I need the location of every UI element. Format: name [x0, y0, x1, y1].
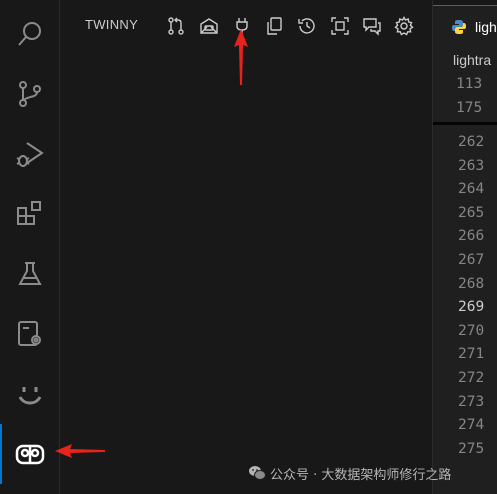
chat-robot-icon: [200, 18, 218, 34]
line-number[interactable]: 263: [433, 158, 497, 181]
activity-run-debug[interactable]: [0, 124, 60, 184]
editor-tab-label: ligh: [475, 18, 497, 35]
line-number-text: 271: [458, 346, 485, 363]
fullscreen-icon: [331, 17, 349, 35]
source-control-icon: [19, 81, 41, 107]
line-number[interactable]: 274: [433, 417, 497, 440]
search-icon: [18, 22, 41, 46]
chat-robot-tool-button[interactable]: [197, 14, 221, 38]
line-number-text: 268: [458, 275, 485, 292]
sticky-line-number[interactable]: 113: [433, 76, 497, 99]
sticky-scroll-shadow: [433, 122, 497, 125]
line-number-text: 267: [458, 252, 485, 268]
git-pull-request-icon: [168, 17, 184, 35]
line-number-text: 263: [458, 157, 485, 174]
line-number-text: 262: [458, 134, 485, 150]
remote-explorer-icon: [18, 321, 41, 346]
copy-tool-button[interactable]: [262, 14, 286, 38]
fullscreen-tool-button[interactable]: [328, 14, 352, 38]
activity-smiley[interactable]: [0, 364, 60, 424]
watermark: 公众号 · 大数据架构师修行之路: [248, 462, 451, 484]
activity-source-control[interactable]: [0, 64, 60, 124]
smiley-icon: [18, 387, 42, 405]
activity-bar: [0, 0, 60, 494]
vscode-window: TWINNY ligh lightra 113 175 262 263 264 …: [0, 0, 497, 494]
copy-icon: [267, 17, 282, 35]
line-number-text: 270: [458, 322, 485, 339]
wechat-icon: [249, 466, 266, 480]
line-number[interactable]: 269: [433, 299, 497, 322]
line-number-text: 274: [458, 417, 485, 434]
annotation-arrow-up: [234, 29, 248, 85]
line-number[interactable]: 273: [433, 394, 497, 417]
line-number[interactable]: 275: [433, 441, 497, 464]
line-number-text: 266: [458, 228, 485, 245]
editor-area: ligh lightra 113 175 262 263 264 265 266 267 2…: [433, 0, 497, 494]
extensions-icon: [17, 201, 41, 225]
history-tool-button[interactable]: [295, 14, 319, 38]
panel-title: TWINNY: [85, 17, 139, 32]
twinny-icon: [15, 444, 45, 465]
history-icon: [298, 18, 315, 34]
line-number-text: 275: [458, 440, 485, 457]
line-number-text: 265: [458, 204, 485, 221]
settings-tool-button[interactable]: [392, 14, 416, 38]
gear-icon: [394, 16, 414, 36]
line-number[interactable]: 272: [433, 370, 497, 393]
watermark-text: 公众号 · 大数据架构师修行之路: [270, 467, 452, 483]
pull-request-tool-button[interactable]: [164, 14, 188, 38]
line-number[interactable]: 268: [433, 276, 497, 299]
editor-tab[interactable]: ligh: [433, 5, 497, 47]
line-number-text: 269: [458, 299, 485, 316]
line-number-text: 264: [458, 181, 485, 198]
breadcrumb[interactable]: lightra: [453, 52, 491, 68]
line-number[interactable]: 264: [433, 181, 497, 204]
python-file-icon: [452, 19, 466, 34]
testing-flask-icon: [18, 262, 42, 285]
run-debug-icon: [16, 142, 44, 167]
editor-tab-bar: ligh: [433, 0, 497, 47]
sticky-line-number[interactable]: 175: [433, 100, 497, 123]
line-number[interactable]: 262: [433, 134, 497, 157]
annotation-arrow-left: [55, 444, 105, 458]
chat-bubbles-icon: [363, 18, 381, 36]
activity-search[interactable]: [0, 4, 60, 64]
activity-extensions[interactable]: [0, 184, 60, 244]
chat-bubbles-tool-button[interactable]: [360, 14, 384, 38]
line-number[interactable]: 270: [433, 323, 497, 346]
line-number[interactable]: 267: [433, 252, 497, 275]
line-number[interactable]: 266: [433, 228, 497, 251]
line-number[interactable]: 265: [433, 205, 497, 228]
activity-twinny[interactable]: [0, 424, 60, 484]
activity-testing[interactable]: [0, 244, 60, 304]
line-number-text: 273: [458, 393, 485, 410]
activity-remote-explorer[interactable]: [0, 304, 60, 364]
line-number[interactable]: 271: [433, 346, 497, 369]
line-number-text: 272: [458, 370, 485, 386]
